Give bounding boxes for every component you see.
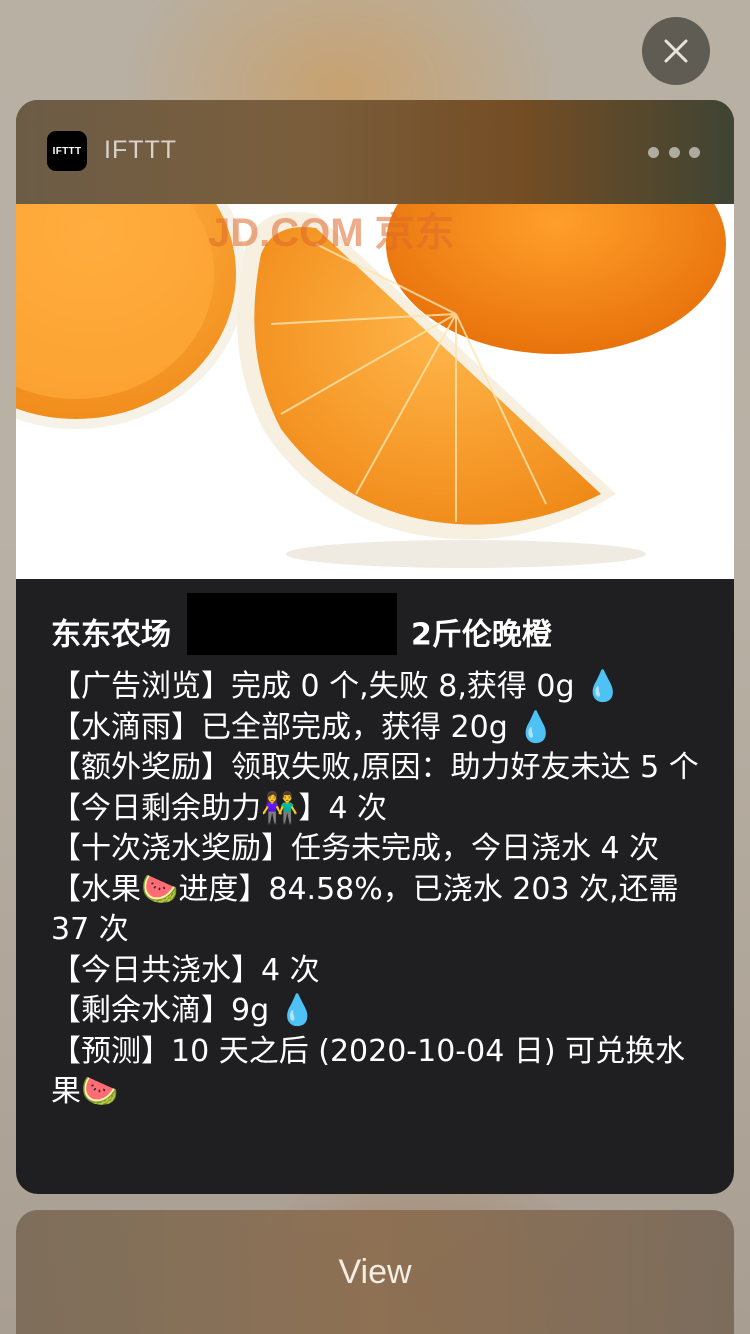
close-icon bbox=[664, 39, 688, 63]
message-line: 【预测】10 天之后 (2020-10-04 日) 可兑换水果🍉 bbox=[51, 1033, 686, 1110]
notification-body: 东东农场 2斤伦晚橙 【广告浏览】完成 0 个,失败 8,获得 0g 💧 【水滴雨… bbox=[16, 579, 734, 1113]
view-button-label: View bbox=[338, 1252, 412, 1291]
notification-card[interactable]: IFTTT IFTTT JD.COM 京东 东东农场 2斤伦晚橙 【广告浏览】完… bbox=[16, 100, 734, 1194]
app-icon: IFTTT bbox=[47, 131, 87, 171]
redacted-block bbox=[187, 593, 397, 655]
message-line: 【广告浏览】完成 0 个,失败 8,获得 0g 💧 bbox=[51, 669, 622, 704]
more-dot-icon bbox=[648, 146, 659, 158]
message-line: 【今日共浇水】4 次 bbox=[51, 952, 320, 988]
message-line: 【额外奖励】领取失败,原因：助力好友未达 5 个 bbox=[51, 750, 699, 785]
close-button[interactable] bbox=[642, 17, 710, 85]
title-prefix: 东东农场 bbox=[51, 617, 171, 653]
message-line: 【水滴雨】已全部完成，获得 20g 💧 bbox=[51, 709, 555, 745]
title-suffix: 2斤伦晚橙 bbox=[411, 617, 552, 653]
message-line: 【水果🍉进度】84.58%，已浇水 203 次,还需 37 次 bbox=[51, 871, 679, 948]
notification-image: JD.COM 京东 bbox=[16, 204, 734, 579]
message-line: 【今日剩余助力👫】4 次 bbox=[51, 790, 387, 826]
notification-title: 东东农场 2斤伦晚橙 bbox=[51, 593, 700, 667]
more-options-button[interactable] bbox=[648, 144, 700, 160]
app-icon-label: IFTTT bbox=[52, 145, 82, 157]
more-dot-icon bbox=[668, 146, 680, 158]
message-line: 【十次浇水奖励】任务未完成，今日浇水 4 次 bbox=[51, 831, 660, 866]
notification-header: IFTTT IFTTT bbox=[16, 100, 734, 204]
view-button[interactable]: View bbox=[16, 1210, 734, 1334]
image-watermark: JD.COM 京东 bbox=[208, 211, 455, 255]
orange-image: JD.COM 京东 bbox=[16, 204, 734, 579]
app-name: IFTTT bbox=[104, 136, 178, 164]
more-dot-icon bbox=[689, 146, 700, 158]
message-line: 【剩余水滴】9g 💧 bbox=[51, 993, 317, 1028]
